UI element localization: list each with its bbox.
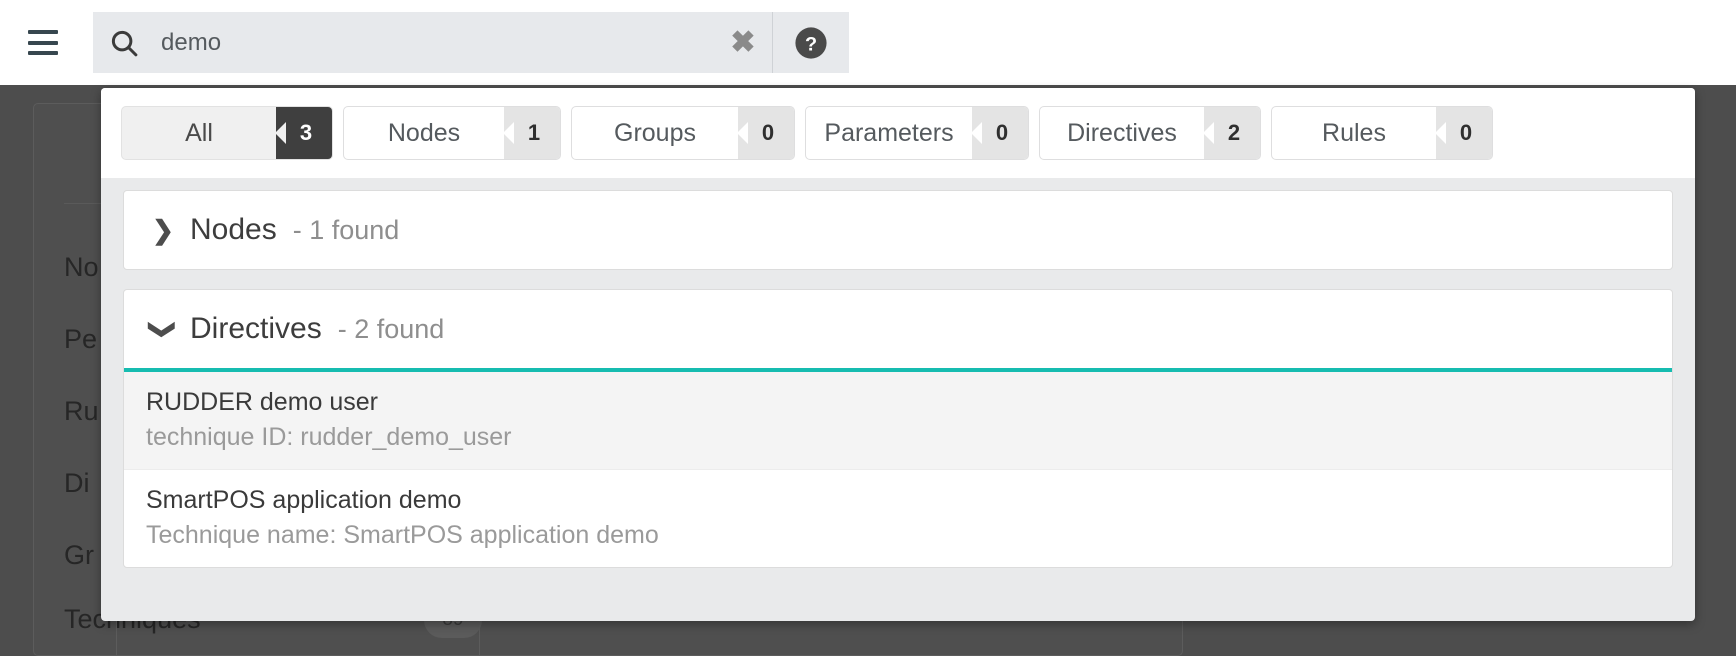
result-item-title: RUDDER demo user [146,388,379,416]
svg-text:?: ? [805,33,817,55]
tab-rules-label: Rules [1322,118,1386,147]
search-input[interactable] [155,12,714,73]
search-results-dropdown: All 3 Nodes 1 Groups 0 Parameters 0 Dire… [101,88,1695,621]
tab-directives-count: 2 [1204,107,1260,159]
tab-rules[interactable]: Rules 0 [1271,106,1493,160]
tab-nodes-label: Nodes [387,118,461,147]
clear-search-icon[interactable]: ✖ [714,12,772,73]
tab-groups[interactable]: Groups 0 [571,106,795,160]
background-row-rules: Ru [64,396,99,426]
tab-parameters-label: Parameters [824,118,954,147]
top-bar: ✖ ? [0,0,1736,85]
results-section-directives-header[interactable]: ❯ Directives - 2 found [124,290,1672,368]
tab-rules-count: 0 [1436,107,1492,159]
search-bar: ✖ ? [93,12,849,73]
tab-directives[interactable]: Directives 2 [1039,106,1261,160]
background-row-nodes: No [64,252,99,282]
tab-all[interactable]: All 3 [121,106,333,160]
tab-nodes[interactable]: Nodes 1 [343,106,561,160]
tab-parameters[interactable]: Parameters 0 [805,106,1029,160]
results-section-directives-count: - 2 found [337,313,445,344]
results-section-nodes-header[interactable]: ❯ Nodes - 1 found [124,191,1672,269]
result-item-title: SmartPOS application demo [146,486,462,514]
search-icon [93,12,155,73]
background-row-pending: Pe [64,324,98,354]
results-list: ❯ Nodes - 1 found ❯ Directives - 2 found… [101,178,1695,621]
results-filter-tabs: All 3 Nodes 1 Groups 0 Parameters 0 Dire… [101,88,1695,178]
tab-all-label: All [185,118,213,147]
result-item[interactable]: RUDDER demo user technique ID: rudder_de… [124,372,1672,470]
result-item-subtitle: technique ID: rudder_demo_user [146,423,512,451]
tab-nodes-count: 1 [504,107,560,159]
results-section-directives: ❯ Directives - 2 found RUDDER demo user … [123,289,1673,568]
chevron-down-icon: ❯ [148,318,179,340]
hamburger-icon[interactable] [28,30,58,55]
tab-all-count: 3 [276,107,332,159]
result-item[interactable]: SmartPOS application demo Technique name… [124,470,1672,567]
help-circle-icon[interactable]: ? [773,12,849,73]
tab-groups-label: Groups [614,118,696,147]
chevron-right-icon: ❯ [152,214,174,245]
tab-parameters-count: 0 [972,107,1028,159]
tab-groups-count: 0 [738,107,794,159]
app-root: S No Pe Ru Di Gr Techniques 89 [0,0,1736,656]
results-section-directives-title: Directives [190,312,322,345]
background-row-groups: Gr [64,540,94,570]
background-row-directives: Di [64,468,90,498]
results-section-nodes-title: Nodes [190,213,277,246]
tab-directives-label: Directives [1067,118,1177,147]
result-item-subtitle: Technique name: SmartPOS application dem… [146,521,659,549]
results-section-nodes: ❯ Nodes - 1 found [123,190,1673,270]
results-section-nodes-count: - 1 found [292,214,400,245]
